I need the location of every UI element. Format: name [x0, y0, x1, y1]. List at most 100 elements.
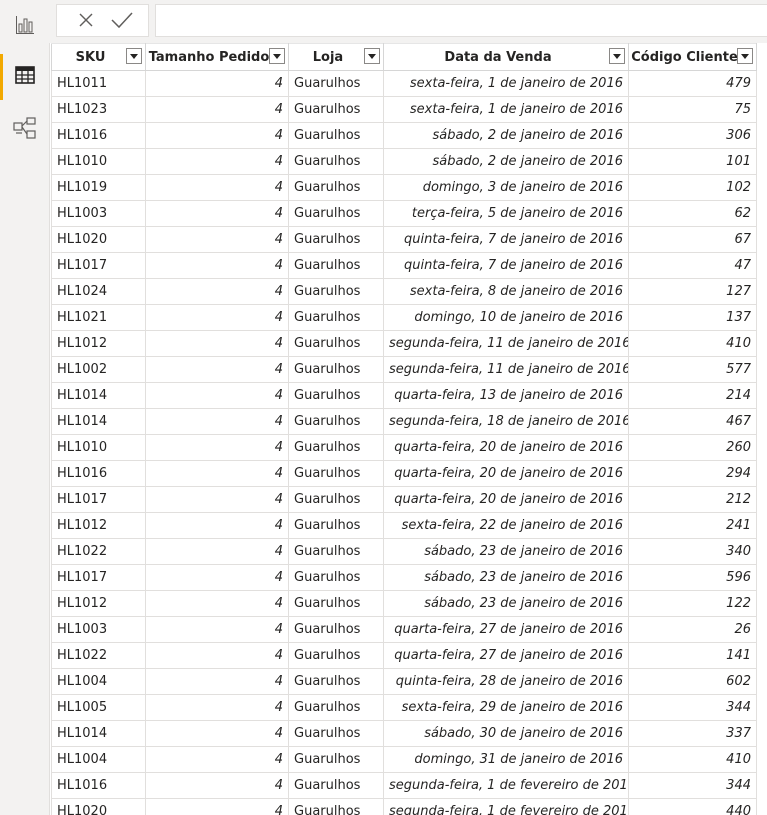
cell-tamanho-pedido[interactable]: 4 [145, 278, 289, 305]
cell-data-da-venda[interactable]: sábado, 2 de janeiro de 2016 [383, 148, 629, 175]
column-header-loja[interactable]: Loja [288, 43, 384, 71]
table-row[interactable]: HL1019 4 Guarulhos domingo, 3 de janeiro de… [51, 174, 757, 201]
table-row[interactable]: HL1004 4 Guarulhos quinta-feira, 28 de jane… [51, 668, 757, 695]
table-row[interactable]: HL1014 4 Guarulhos segunda-feira, 18 de jan… [51, 408, 757, 435]
cancel-button[interactable] [73, 11, 99, 33]
cell-loja[interactable]: Guarulhos [288, 408, 384, 435]
cell-data-da-venda[interactable]: segunda-feira, 1 de fevereiro de 2016 [383, 798, 629, 815]
cell-tamanho-pedido[interactable]: 4 [145, 252, 289, 279]
table-row[interactable]: HL1023 4 Guarulhos sexta-feira, 1 de janeir… [51, 96, 757, 123]
cell-codigo-cliente[interactable]: 306 [628, 122, 757, 149]
cell-loja[interactable]: Guarulhos [288, 382, 384, 409]
column-header-tamanho-pedido[interactable]: Tamanho Pedido [145, 43, 289, 71]
cell-codigo-cliente[interactable]: 479 [628, 70, 757, 97]
cell-codigo-cliente[interactable]: 62 [628, 200, 757, 227]
cell-loja[interactable]: Guarulhos [288, 304, 384, 331]
cell-loja[interactable]: Guarulhos [288, 720, 384, 747]
cell-tamanho-pedido[interactable]: 4 [145, 694, 289, 721]
column-header-codigo-cliente[interactable]: Código Cliente [628, 43, 757, 71]
cell-loja[interactable]: Guarulhos [288, 512, 384, 539]
table-row[interactable]: HL1017 4 Guarulhos quinta-feira, 7 de janei… [51, 252, 757, 279]
column-header-data-da-venda[interactable]: Data da Venda [383, 43, 629, 71]
cell-loja[interactable]: Guarulhos [288, 668, 384, 695]
cell-data-da-venda[interactable]: quarta-feira, 27 de janeiro de 2016 [383, 642, 629, 669]
cell-tamanho-pedido[interactable]: 4 [145, 772, 289, 799]
cell-loja[interactable]: Guarulhos [288, 434, 384, 461]
cell-sku[interactable]: HL1021 [51, 304, 146, 331]
data-view-button[interactable] [0, 50, 49, 104]
cell-loja[interactable]: Guarulhos [288, 564, 384, 591]
cell-sku[interactable]: HL1004 [51, 746, 146, 773]
cell-tamanho-pedido[interactable]: 4 [145, 200, 289, 227]
cell-codigo-cliente[interactable]: 137 [628, 304, 757, 331]
cell-codigo-cliente[interactable]: 260 [628, 434, 757, 461]
cell-tamanho-pedido[interactable]: 4 [145, 382, 289, 409]
cell-loja[interactable]: Guarulhos [288, 330, 384, 357]
cell-sku[interactable]: HL1020 [51, 798, 146, 815]
table-row[interactable]: HL1011 4 Guarulhos sexta-feira, 1 de janeir… [51, 70, 757, 97]
cell-sku[interactable]: HL1024 [51, 278, 146, 305]
table-row[interactable]: HL1010 4 Guarulhos quarta-feira, 20 de jane… [51, 434, 757, 461]
cell-sku[interactable]: HL1019 [51, 174, 146, 201]
cell-codigo-cliente[interactable]: 127 [628, 278, 757, 305]
table-row[interactable]: HL1002 4 Guarulhos segunda-feira, 11 de jan… [51, 356, 757, 383]
cell-codigo-cliente[interactable]: 577 [628, 356, 757, 383]
cell-data-da-venda[interactable]: segunda-feira, 11 de janeiro de 2016 [383, 356, 629, 383]
formula-input[interactable] [155, 4, 767, 37]
cell-codigo-cliente[interactable]: 214 [628, 382, 757, 409]
cell-codigo-cliente[interactable]: 75 [628, 96, 757, 123]
cell-data-da-venda[interactable]: sexta-feira, 8 de janeiro de 2016 [383, 278, 629, 305]
cell-loja[interactable]: Guarulhos [288, 148, 384, 175]
column-header-sku[interactable]: SKU [51, 43, 146, 71]
cell-sku[interactable]: HL1016 [51, 460, 146, 487]
cell-loja[interactable]: Guarulhos [288, 616, 384, 643]
cell-sku[interactable]: HL1012 [51, 590, 146, 617]
cell-data-da-venda[interactable]: quarta-feira, 27 de janeiro de 2016 [383, 616, 629, 643]
cell-tamanho-pedido[interactable]: 4 [145, 616, 289, 643]
table-row[interactable]: HL1016 4 Guarulhos quarta-feira, 20 de jane… [51, 460, 757, 487]
cell-tamanho-pedido[interactable]: 4 [145, 226, 289, 253]
cell-sku[interactable]: HL1017 [51, 486, 146, 513]
cell-codigo-cliente[interactable]: 26 [628, 616, 757, 643]
cell-tamanho-pedido[interactable]: 4 [145, 486, 289, 513]
cell-loja[interactable]: Guarulhos [288, 200, 384, 227]
cell-codigo-cliente[interactable]: 67 [628, 226, 757, 253]
table-row[interactable]: HL1021 4 Guarulhos domingo, 10 de janeiro d… [51, 304, 757, 331]
cell-data-da-venda[interactable]: segunda-feira, 1 de fevereiro de 2016 [383, 772, 629, 799]
table-row[interactable]: HL1014 4 Guarulhos quarta-feira, 13 de jane… [51, 382, 757, 409]
cell-sku[interactable]: HL1016 [51, 772, 146, 799]
cell-sku[interactable]: HL1020 [51, 226, 146, 253]
cell-data-da-venda[interactable]: quinta-feira, 7 de janeiro de 2016 [383, 252, 629, 279]
cell-tamanho-pedido[interactable]: 4 [145, 460, 289, 487]
table-row[interactable]: HL1016 4 Guarulhos sábado, 2 de janeiro de … [51, 122, 757, 149]
cell-data-da-venda[interactable]: domingo, 3 de janeiro de 2016 [383, 174, 629, 201]
cell-loja[interactable]: Guarulhos [288, 746, 384, 773]
cell-sku[interactable]: HL1004 [51, 668, 146, 695]
cell-codigo-cliente[interactable]: 141 [628, 642, 757, 669]
filter-dropdown-icon[interactable] [737, 48, 753, 64]
table-row[interactable]: HL1020 4 Guarulhos quinta-feira, 7 de janei… [51, 226, 757, 253]
cell-codigo-cliente[interactable]: 410 [628, 330, 757, 357]
cell-data-da-venda[interactable]: quarta-feira, 20 de janeiro de 2016 [383, 460, 629, 487]
cell-codigo-cliente[interactable]: 440 [628, 798, 757, 815]
cell-data-da-venda[interactable]: quinta-feira, 28 de janeiro de 2016 [383, 668, 629, 695]
table-row[interactable]: HL1014 4 Guarulhos sábado, 30 de janeiro de… [51, 720, 757, 747]
cell-loja[interactable]: Guarulhos [288, 772, 384, 799]
cell-loja[interactable]: Guarulhos [288, 278, 384, 305]
cell-sku[interactable]: HL1022 [51, 538, 146, 565]
cell-loja[interactable]: Guarulhos [288, 460, 384, 487]
cell-data-da-venda[interactable]: sexta-feira, 1 de janeiro de 2016 [383, 70, 629, 97]
cell-data-da-venda[interactable]: domingo, 31 de janeiro de 2016 [383, 746, 629, 773]
cell-data-da-venda[interactable]: segunda-feira, 11 de janeiro de 2016 [383, 330, 629, 357]
cell-sku[interactable]: HL1002 [51, 356, 146, 383]
cell-loja[interactable]: Guarulhos [288, 356, 384, 383]
cell-codigo-cliente[interactable]: 101 [628, 148, 757, 175]
cell-tamanho-pedido[interactable]: 4 [145, 720, 289, 747]
cell-loja[interactable]: Guarulhos [288, 538, 384, 565]
cell-sku[interactable]: HL1003 [51, 200, 146, 227]
cell-data-da-venda[interactable]: sexta-feira, 29 de janeiro de 2016 [383, 694, 629, 721]
cell-codigo-cliente[interactable]: 340 [628, 538, 757, 565]
cell-data-da-venda[interactable]: quarta-feira, 20 de janeiro de 2016 [383, 434, 629, 461]
cell-loja[interactable]: Guarulhos [288, 590, 384, 617]
cell-loja[interactable]: Guarulhos [288, 252, 384, 279]
